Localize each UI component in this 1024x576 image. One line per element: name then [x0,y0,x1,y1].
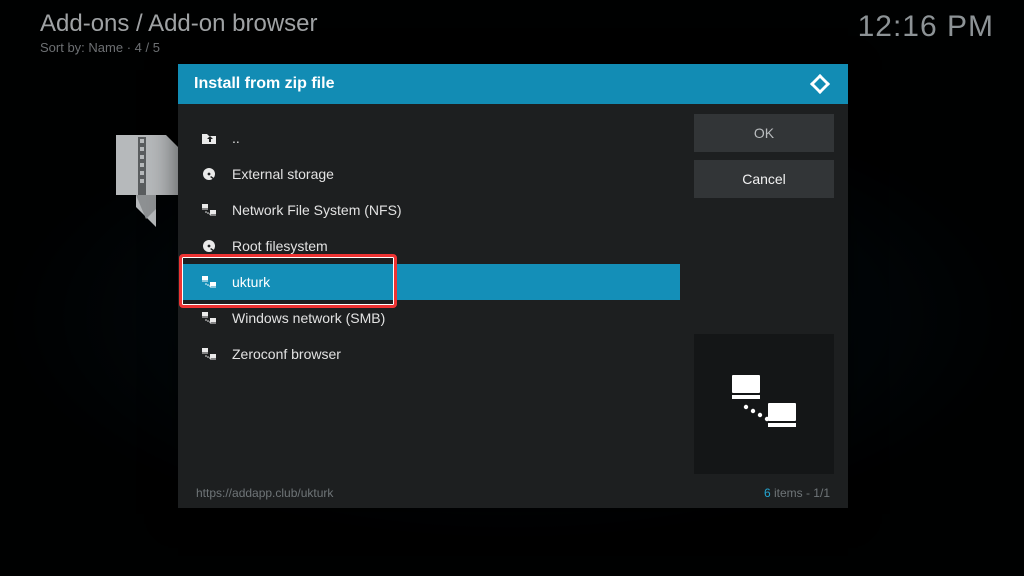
dialog-sidebar: OK Cancel [694,114,834,474]
list-item-label: Root filesystem [232,238,328,254]
list-item[interactable]: ukturk [182,264,680,300]
list-item[interactable]: Windows network (SMB) [182,300,680,336]
dialog-footer: https://addapp.club/ukturk 6 items - 1/1 [178,478,848,508]
file-list[interactable]: .. External storage Network File System (N… [182,114,680,474]
kodi-logo-icon [808,72,832,96]
network-icon [200,203,218,217]
breadcrumb: Add-ons / Add-on browser [40,10,318,38]
preview-panel [694,334,834,474]
dialog-header: Install from zip file [178,64,848,104]
list-item-label: Zeroconf browser [232,346,341,362]
list-item-label: Windows network (SMB) [232,310,385,326]
network-share-icon [724,369,804,439]
network-icon [200,311,218,325]
list-item-label: ukturk [232,274,270,290]
zip-file-icon [110,135,188,232]
cancel-button[interactable]: Cancel [694,160,834,198]
footer-count: 6 items - 1/1 [764,486,830,500]
list-item-label: Network File System (NFS) [232,202,402,218]
network-icon [200,347,218,361]
folder-up-icon [200,131,218,145]
sort-indicator: Sort by: Name · 4 / 5 [40,40,318,55]
list-item-label: .. [232,130,240,146]
list-item-label: External storage [232,166,334,182]
hdd-icon [200,239,218,253]
list-item[interactable]: External storage [182,156,680,192]
ok-button[interactable]: OK [694,114,834,152]
footer-path: https://addapp.club/ukturk [196,486,333,500]
install-from-zip-dialog: Install from zip file .. External storage… [178,64,848,508]
clock: 12:16 PM [858,10,994,44]
dialog-title: Install from zip file [194,75,334,93]
list-item[interactable]: Root filesystem [182,228,680,264]
hdd-icon [200,167,218,181]
network-icon [200,275,218,289]
topbar: Add-ons / Add-on browser Sort by: Name ·… [40,10,994,55]
list-item[interactable]: Zeroconf browser [182,336,680,372]
list-item[interactable]: .. [182,120,680,156]
list-item[interactable]: Network File System (NFS) [182,192,680,228]
